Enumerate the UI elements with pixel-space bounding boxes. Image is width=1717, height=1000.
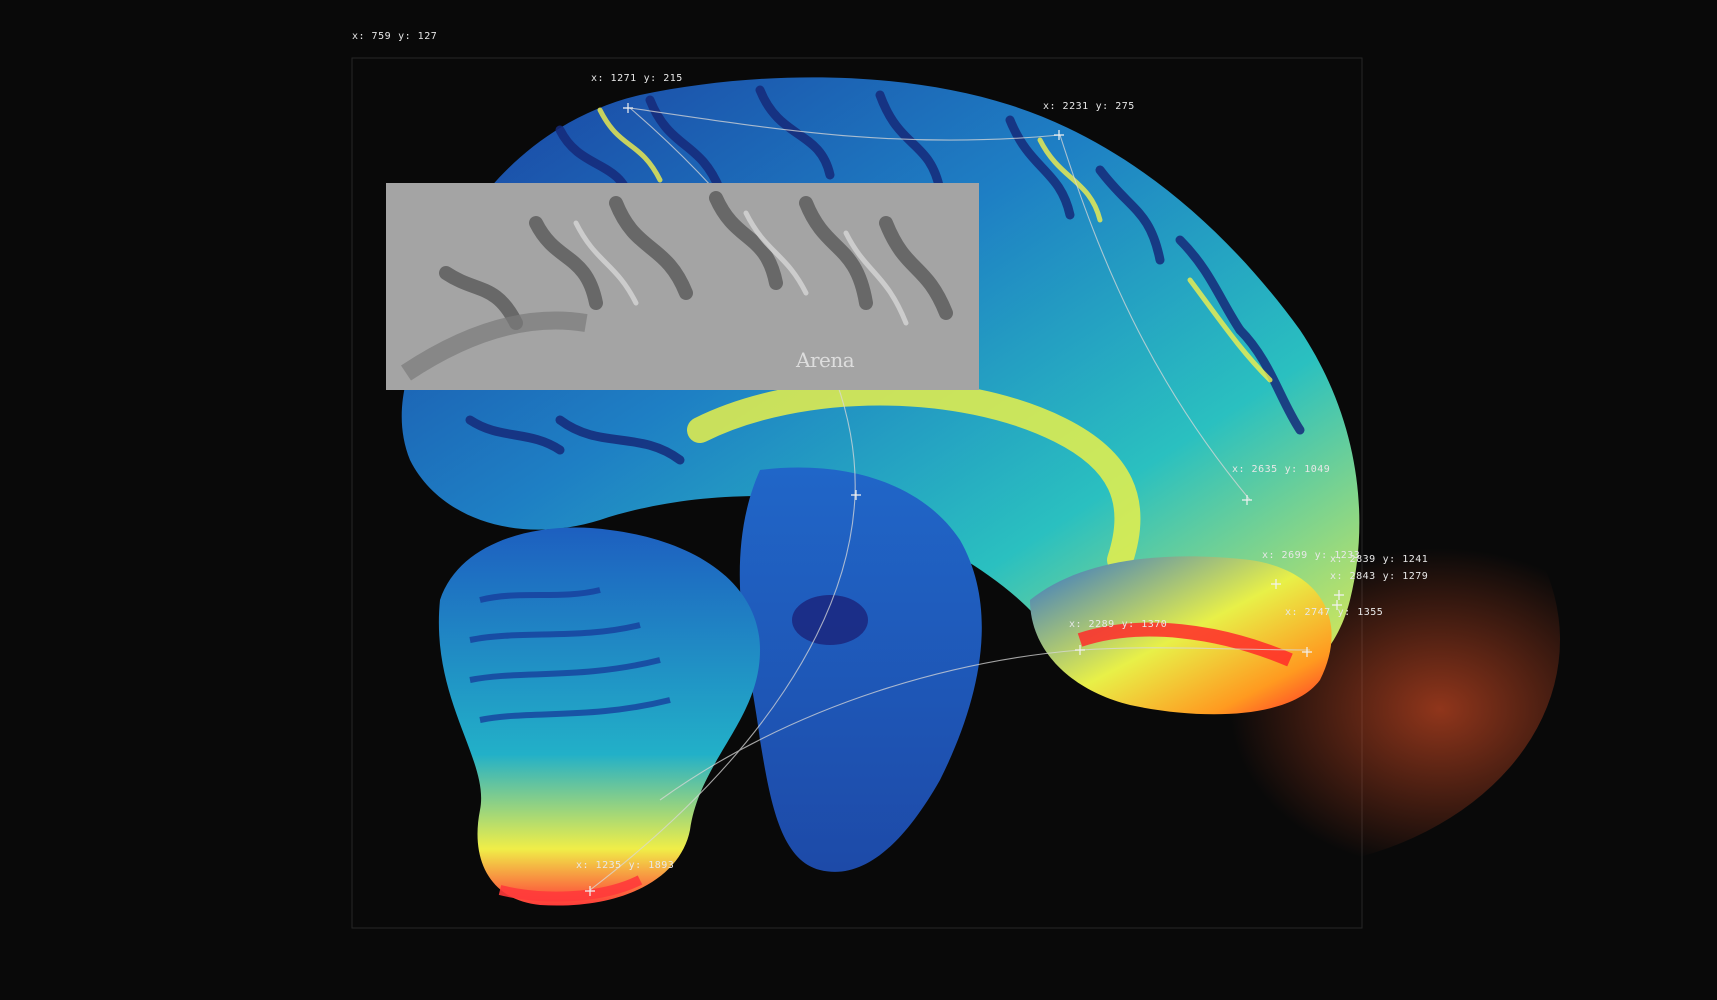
coordinate-label: x: 2839 y: 1241 [1330,554,1435,565]
coordinate-label: x: 759 y: 127 [352,31,444,42]
coord-x: x: 759 [352,31,392,42]
coordinate-label: x: 1235 y: 1893 [576,860,681,871]
coord-x: x: 2843 [1330,571,1376,582]
coord-x: x: 2289 [1069,619,1115,630]
coord-y: y: 127 [398,31,438,42]
coordinate-label: x: 2289 y: 1370 [1069,619,1174,630]
coord-y: y: 1355 [1337,607,1384,618]
coord-x: x: 2231 [1043,101,1089,112]
brain-visualization: Arena x: 759 y: 127 x: 1271 y: 215 x: 2231… [0,0,1717,1000]
coordinate-label: x: 2843 y: 1279 [1330,571,1435,582]
coord-y: y: 1241 [1382,554,1429,565]
coord-y: y: 1049 [1284,464,1331,475]
brain-scan-image [351,57,1560,929]
coord-y: y: 275 [1095,101,1135,112]
coord-x: x: 2839 [1330,554,1376,565]
coordinate-label: x: 1271 y: 215 [591,73,690,84]
coord-y: y: 215 [643,73,683,84]
coordinate-label: x: 2231 y: 275 [1043,101,1142,112]
coord-x: x: 1235 [576,860,622,871]
coord-x: x: 2699 [1262,550,1308,561]
coordinate-label: x: 2635 y: 1049 [1232,464,1337,475]
brain-stem [739,467,982,872]
coord-y: y: 1893 [628,860,675,871]
coordinate-label: x: 2747 y: 1355 [1285,607,1390,618]
coord-y: y: 1370 [1121,619,1168,630]
coord-x: x: 2747 [1285,607,1331,618]
arena-wordmark: Arena [796,348,855,372]
coord-x: x: 2635 [1232,464,1278,475]
coord-x: x: 1271 [591,73,637,84]
grayscale-mri-overlay: Arena [386,183,979,390]
coord-y: y: 1279 [1382,571,1429,582]
